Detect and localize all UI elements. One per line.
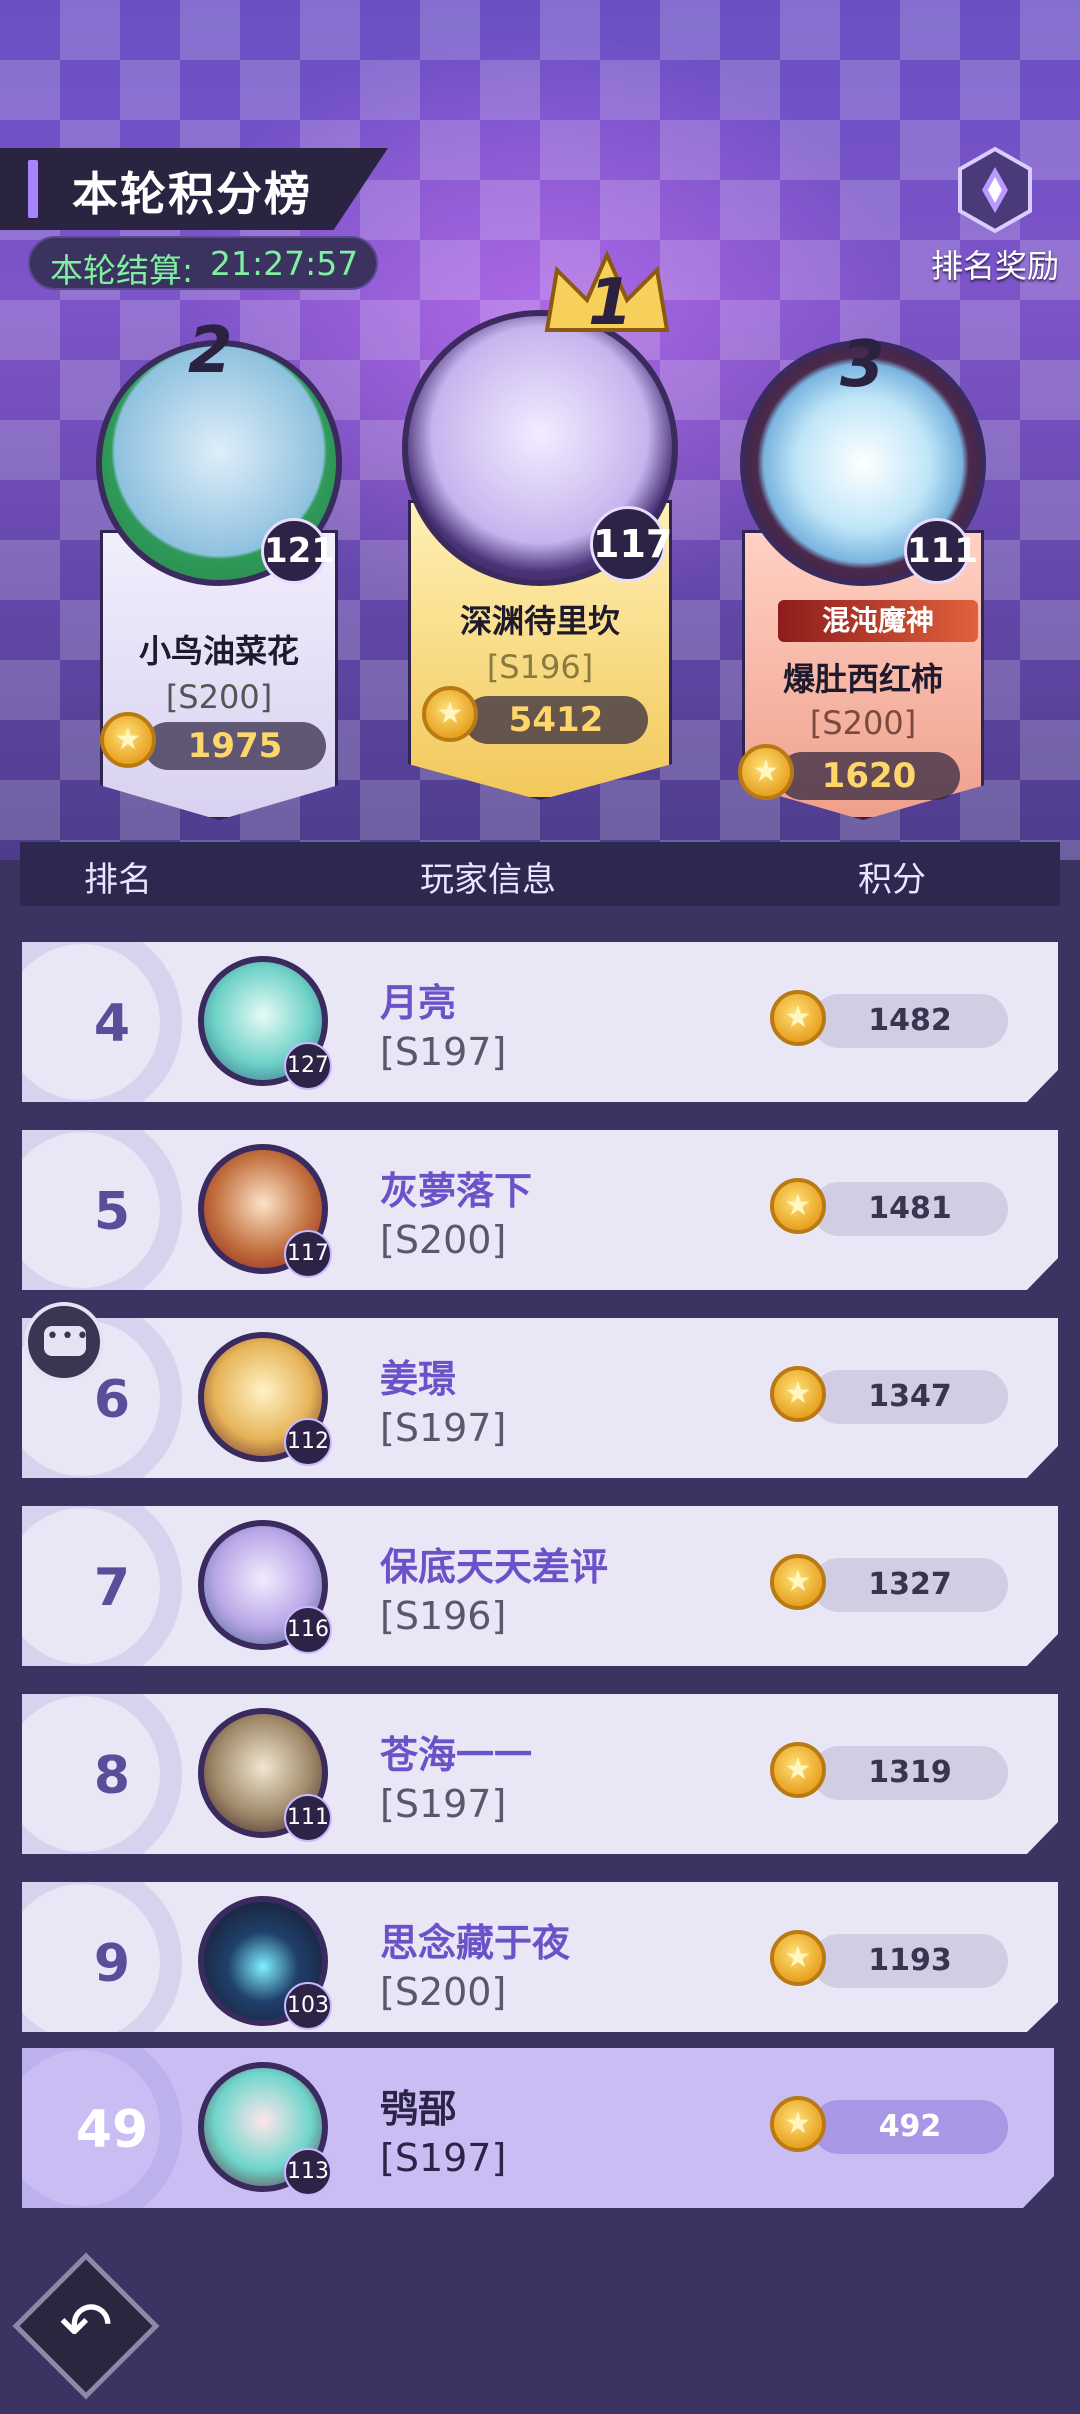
leaderboard-row[interactable]: 4 127 月亮 [S197] 1482 (22, 942, 1058, 1102)
player-name: 灰夢落下 (380, 1169, 533, 1213)
timer-label: 本轮结算: (50, 251, 194, 290)
level-badge: 103 (284, 1982, 332, 2030)
level-badge: 113 (284, 2148, 332, 2196)
star-coin-icon (770, 2096, 826, 2152)
player-server: [S196] (380, 1594, 507, 1638)
level-badge: 121 (261, 518, 335, 584)
page-title: 本轮积分榜 (72, 167, 312, 221)
leaderboard-column-header: 排名 玩家信息 积分 (20, 842, 1060, 906)
leaderboard-row[interactable]: 9 103 思念藏于夜 [S200] 1193 (22, 1882, 1058, 2032)
star-coin-icon (422, 686, 478, 742)
rank-number: 3 (840, 328, 885, 402)
level-badge: 117 (284, 1230, 332, 1278)
leaderboard-row[interactable]: 8 111 苍海一一 [S197] 1319 (22, 1694, 1058, 1854)
player-name: 月亮 (380, 981, 457, 1025)
my-rank-row[interactable]: 49 113 鸮郚 [S197] 492 (22, 2048, 1054, 2208)
level-badge: 111 (904, 518, 978, 584)
player-server: [S196] (486, 648, 594, 686)
star-coin-icon (770, 1742, 826, 1798)
star-coin-icon (738, 744, 794, 800)
player-server: [S200] (380, 1970, 507, 2014)
star-coin-icon (100, 712, 156, 768)
podium-rank-2[interactable]: 2 121 小鸟油菜花 [S200] 1975 (96, 300, 342, 820)
trophy-icon (958, 146, 1032, 234)
player-server: [S197] (380, 1782, 507, 1826)
timer-value: 21:27:57 (210, 244, 359, 283)
player-name: 保底天天差评 (380, 1545, 609, 1589)
rank-reward-button[interactable]: 排名奖励 (920, 145, 1070, 285)
level-badge: 111 (284, 1794, 332, 1842)
rank-number: 5 (93, 1182, 131, 1242)
level-badge: 116 (284, 1606, 332, 1654)
score-column-label: 积分 (858, 860, 926, 900)
leaderboard-row[interactable]: 7 116 保底天天差评 [S196] 1327 (22, 1506, 1058, 1666)
level-badge: 117 (590, 506, 672, 582)
player-score: 5412 (464, 696, 648, 744)
player-score: 1347 (812, 1370, 1008, 1424)
rank-number: 7 (93, 1558, 131, 1618)
star-coin-icon (770, 1366, 826, 1422)
player-server: [S197] (380, 2136, 507, 2180)
player-name: 鸮郚 (380, 2087, 457, 2131)
back-arrow-icon: ↶ (59, 2289, 113, 2363)
player-name: 小鸟油菜花 (138, 632, 299, 670)
star-coin-icon (770, 1930, 826, 1986)
player-score: 1319 (812, 1746, 1008, 1800)
star-coin-icon (770, 1178, 826, 1234)
rank-number: 8 (93, 1746, 131, 1806)
player-score: 1327 (812, 1558, 1008, 1612)
title-badge: 混沌魔神 (778, 600, 978, 642)
star-coin-icon (770, 1554, 826, 1610)
rank-number: 1 (588, 266, 633, 340)
podium-rank-1[interactable]: 1 117 深渊待里坎 [S196] 5412 (402, 250, 678, 800)
player-server: [S197] (380, 1406, 507, 1450)
player-score: 1620 (778, 752, 960, 800)
player-column-label: 玩家信息 (420, 860, 556, 900)
rank-reward-label: 排名奖励 (930, 247, 1059, 285)
rank-number: 2 (188, 314, 233, 388)
rank-column-label: 排名 (84, 860, 152, 900)
rank-number: 4 (93, 994, 131, 1054)
chat-icon[interactable] (24, 1302, 104, 1382)
player-server: [S197] (380, 1030, 507, 1074)
player-name: 姜璟 (380, 1357, 457, 1401)
player-score: 492 (812, 2100, 1008, 2154)
player-score: 1975 (144, 722, 326, 770)
player-name: 思念藏于夜 (380, 1921, 571, 1965)
level-badge: 127 (284, 1042, 332, 1090)
player-score: 1482 (812, 994, 1008, 1048)
leaderboard-row[interactable]: 5 117 灰夢落下 [S200] 1481 (22, 1130, 1058, 1290)
rank-number: 9 (93, 1934, 131, 1994)
player-score: 1481 (812, 1182, 1008, 1236)
player-name: 爆肚西红柿 (782, 660, 943, 698)
leaderboard-row[interactable]: 6 112 姜璟 [S197] 1347 (22, 1318, 1058, 1478)
player-server: [S200] (380, 1218, 507, 1262)
star-coin-icon (770, 990, 826, 1046)
rank-number: 49 (75, 2100, 149, 2160)
player-name: 苍海一一 (380, 1733, 533, 1777)
player-server: [S200] (165, 678, 273, 716)
title-accent (28, 160, 38, 218)
level-badge: 112 (284, 1418, 332, 1466)
podium-rank-3[interactable]: 3 111 混沌魔神 爆肚西红柿 [S200] 1620 (738, 300, 988, 820)
player-name: 深渊待里坎 (459, 602, 620, 640)
player-score: 1193 (812, 1934, 1008, 1988)
player-server: [S200] (809, 704, 917, 742)
